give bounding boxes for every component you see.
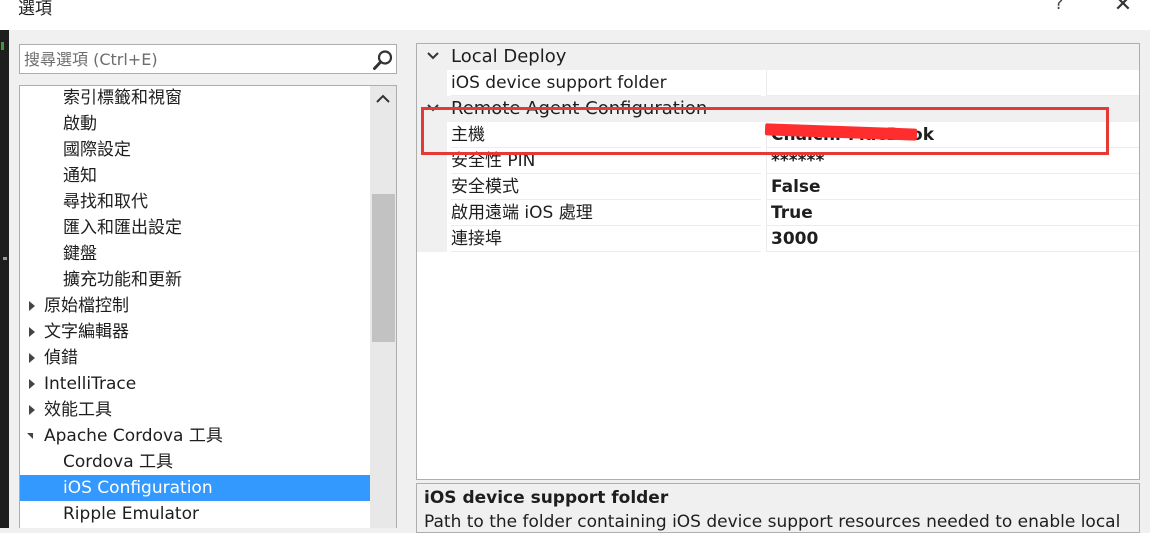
tree-item[interactable]: 偵錯 [20, 345, 370, 371]
tree-item-label: 尋找和取代 [63, 192, 148, 212]
description-panel: iOS device support folder Path to the fo… [416, 483, 1140, 533]
tree-item-label: 文字編輯器 [44, 322, 129, 342]
tree-item[interactable]: 尋找和取代 [20, 189, 370, 215]
help-button[interactable]: ? [1048, 0, 1070, 18]
close-button[interactable]: ✕ [1108, 0, 1138, 22]
expanded-arrow-icon[interactable] [27, 433, 33, 439]
category-row[interactable]: Local Deploy [417, 44, 1139, 70]
options-tree[interactable]: 索引標籤和視窗 啟動國際設定通知尋找和取代匯入和匯出設定 鍵盤擴充功能和更新原始檔控… [19, 85, 397, 528]
tree-item[interactable]: 擴充功能和更新 [20, 267, 370, 293]
property-row[interactable]: 啟用遠端 iOS 處理 True [417, 200, 1139, 226]
category-label: Local Deploy [451, 46, 567, 67]
collapsed-arrow-icon[interactable] [29, 405, 35, 415]
row-gutter [417, 70, 447, 96]
background-editor-strip [0, 30, 9, 528]
tree-scrollbar[interactable] [370, 86, 396, 528]
property-row[interactable]: 連接埠 3000 [417, 226, 1139, 252]
property-value[interactable]: False [766, 174, 1139, 200]
collapsed-arrow-icon[interactable] [29, 327, 35, 337]
tree-item-label: 通知 [63, 166, 97, 186]
tree-item[interactable]: 通知 [20, 163, 370, 189]
tree-item-label: 擴充功能和更新 [63, 270, 182, 290]
property-value[interactable]: 3000 [766, 226, 1139, 252]
scroll-thumb[interactable] [372, 194, 395, 342]
tree-item[interactable]: 索引標籤和視窗 [20, 86, 370, 111]
tree-item[interactable]: 匯入和匯出設定 [20, 215, 370, 241]
close-icon: ✕ [1113, 0, 1133, 17]
tree-item[interactable]: Apache Cordova 工具 [20, 423, 370, 449]
search-icon[interactable] [372, 49, 394, 71]
tree-item[interactable]: IntelliTrace [20, 371, 370, 397]
property-name: 安全模式 [451, 174, 761, 200]
tree-item-label: iOS Configuration [63, 478, 213, 498]
tree-item[interactable]: 國際設定 [20, 137, 370, 163]
tree-item[interactable]: Cordova 工具 [20, 449, 370, 475]
annotation-highlight-box [421, 107, 1109, 155]
tree-item[interactable]: 文字編輯器 [20, 319, 370, 345]
property-row[interactable]: 安全模式 False [417, 174, 1139, 200]
search-input[interactable] [24, 47, 364, 71]
title-bar: 選項 ? ✕ [0, 0, 1150, 30]
tree-item-label: 原始檔控制 [44, 296, 129, 316]
row-gutter [417, 200, 447, 226]
tree-item-label: Ripple Emulator [63, 504, 199, 524]
search-box[interactable] [19, 44, 397, 74]
tree-item-label: 鍵盤 [63, 244, 97, 264]
row-gutter [417, 226, 447, 252]
tree-item-label: Cordova 工具 [63, 452, 174, 472]
tree-item[interactable]: iOS Configuration [20, 475, 370, 501]
tree-item-label: 偵錯 [44, 348, 78, 368]
description-title: iOS device support folder [424, 488, 669, 508]
description-text: Path to the folder containing iOS device… [424, 512, 1121, 532]
scroll-up-icon[interactable] [370, 86, 396, 112]
tree-item[interactable]: 原始檔控制 [20, 293, 370, 319]
property-value[interactable] [766, 70, 1139, 96]
property-row[interactable]: iOS device support folder [417, 70, 1139, 96]
property-name: 連接埠 [451, 226, 761, 252]
tree-item[interactable]: Ripple Emulator [20, 501, 370, 527]
tree-item-label: 效能工具 [44, 400, 112, 420]
tree-item-label: Apache Cordova 工具 [44, 426, 223, 446]
tree-item-label: 匯入和匯出設定 [63, 218, 182, 238]
tree-item[interactable]: 啟動 [20, 111, 370, 137]
window-title: 選項 [18, 0, 52, 19]
property-name: iOS device support folder [451, 70, 761, 96]
property-value[interactable]: True [766, 200, 1139, 226]
chevron-down-icon[interactable] [425, 48, 441, 64]
tree-item-label: 國際設定 [63, 140, 131, 160]
row-gutter [417, 174, 447, 200]
property-name: 啟用遠端 iOS 處理 [451, 200, 761, 226]
collapsed-arrow-icon[interactable] [29, 353, 35, 363]
collapsed-arrow-icon[interactable] [29, 379, 35, 389]
tree-item[interactable]: 鍵盤 [20, 241, 370, 267]
tree-item[interactable]: 效能工具 [20, 397, 370, 423]
collapsed-arrow-icon[interactable] [29, 301, 35, 311]
tree-item-label: 索引標籤和視窗 [63, 88, 182, 108]
tree-item-label: IntelliTrace [44, 374, 137, 394]
tree-item-label: 啟動 [63, 114, 97, 134]
